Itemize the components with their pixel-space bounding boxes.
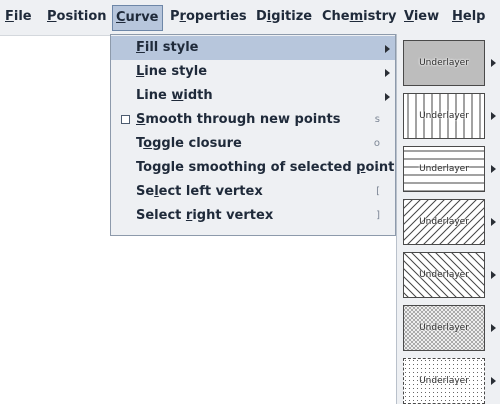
menu-item-label: Fill style (136, 40, 199, 55)
fill-option-diagonal-up[interactable]: Underlayer (403, 199, 497, 249)
submenu-arrow-icon (491, 324, 496, 332)
fill-option-solid[interactable]: Underlayer (403, 40, 497, 90)
menu-item-select-left-vertex[interactable]: Select left vertex [ (111, 180, 395, 204)
menu-view[interactable]: View (404, 6, 439, 28)
fill-option-horizontal-lines[interactable]: Underlayer (403, 146, 497, 196)
menu-digitize[interactable]: Digitize (256, 6, 312, 28)
fill-option-label: Underlayer (419, 376, 469, 386)
shortcut-hint: ] (376, 210, 380, 221)
shortcut-hint: . (376, 162, 380, 173)
submenu-arrow-icon (491, 218, 496, 226)
menu-item-label: Smooth through new points (136, 112, 341, 127)
fill-option-crosshatch[interactable]: Underlayer (403, 305, 497, 355)
fill-option-vertical-lines[interactable]: Underlayer (403, 93, 497, 143)
menu-item-line-style[interactable]: Line style (111, 60, 395, 84)
menu-help[interactable]: Help (452, 6, 485, 28)
submenu-arrow-icon (491, 377, 496, 385)
submenu-arrow-icon (385, 69, 390, 77)
submenu-arrow-icon (491, 112, 496, 120)
fill-swatch: Underlayer (403, 146, 485, 192)
fill-option-diagonal-down[interactable]: Underlayer (403, 252, 497, 302)
submenu-arrow-icon (491, 165, 496, 173)
menu-chemistry[interactable]: Chemistry (322, 6, 396, 28)
submenu-arrow-icon (385, 45, 390, 53)
fill-style-submenu: Underlayer Underlayer Underlayer Underla… (396, 34, 500, 404)
menu-item-label: Line width (136, 88, 213, 103)
fill-swatch: Underlayer (403, 358, 485, 404)
menu-item-select-right-vertex[interactable]: Select right vertex ] (111, 204, 395, 228)
fill-option-label: Underlayer (419, 217, 469, 227)
menu-bar: File Position Curve Properties Digitize … (0, 0, 500, 36)
fill-option-label: Underlayer (419, 323, 469, 333)
menu-item-label: Toggle closure (136, 136, 242, 151)
fill-swatch: Underlayer (403, 40, 485, 86)
fill-option-label: Underlayer (419, 164, 469, 174)
submenu-arrow-icon (491, 59, 496, 67)
fill-swatch: Underlayer (403, 199, 485, 245)
fill-swatch: Underlayer (403, 93, 485, 139)
shortcut-hint: s (374, 114, 380, 125)
fill-swatch: Underlayer (403, 305, 485, 351)
menu-file[interactable]: File (5, 6, 32, 28)
submenu-arrow-icon (491, 271, 496, 279)
menu-item-line-width[interactable]: Line width (111, 84, 395, 108)
menu-item-fill-style[interactable]: Fill style (111, 36, 395, 60)
menu-item-label: Toggle smoothing of selected point (136, 160, 395, 175)
menu-item-toggle-smoothing[interactable]: Toggle smoothing of selected point . (111, 156, 395, 180)
fill-option-label: Underlayer (419, 58, 469, 68)
menu-item-label: Select left vertex (136, 184, 263, 199)
submenu-arrow-icon (385, 93, 390, 101)
menu-curve[interactable]: Curve (112, 5, 163, 31)
shortcut-hint: o (373, 138, 380, 149)
menu-item-toggle-closure[interactable]: Toggle closure o (111, 132, 395, 156)
menu-position[interactable]: Position (47, 6, 107, 28)
menu-properties[interactable]: Properties (170, 6, 247, 28)
fill-option-label: Underlayer (419, 111, 469, 121)
fill-swatch: Underlayer (403, 252, 485, 298)
shortcut-hint: [ (376, 186, 380, 197)
menu-item-label: Select right vertex (136, 208, 274, 223)
fill-option-label: Underlayer (419, 270, 469, 280)
menu-item-smooth-through-new-points[interactable]: Smooth through new points s (111, 108, 395, 132)
curve-dropdown-menu: Fill style Line style Line width Smooth … (110, 34, 396, 236)
checkbox-icon[interactable] (121, 115, 130, 124)
menu-item-label: Line style (136, 64, 208, 79)
fill-option-dots[interactable]: Underlayer (403, 358, 497, 408)
